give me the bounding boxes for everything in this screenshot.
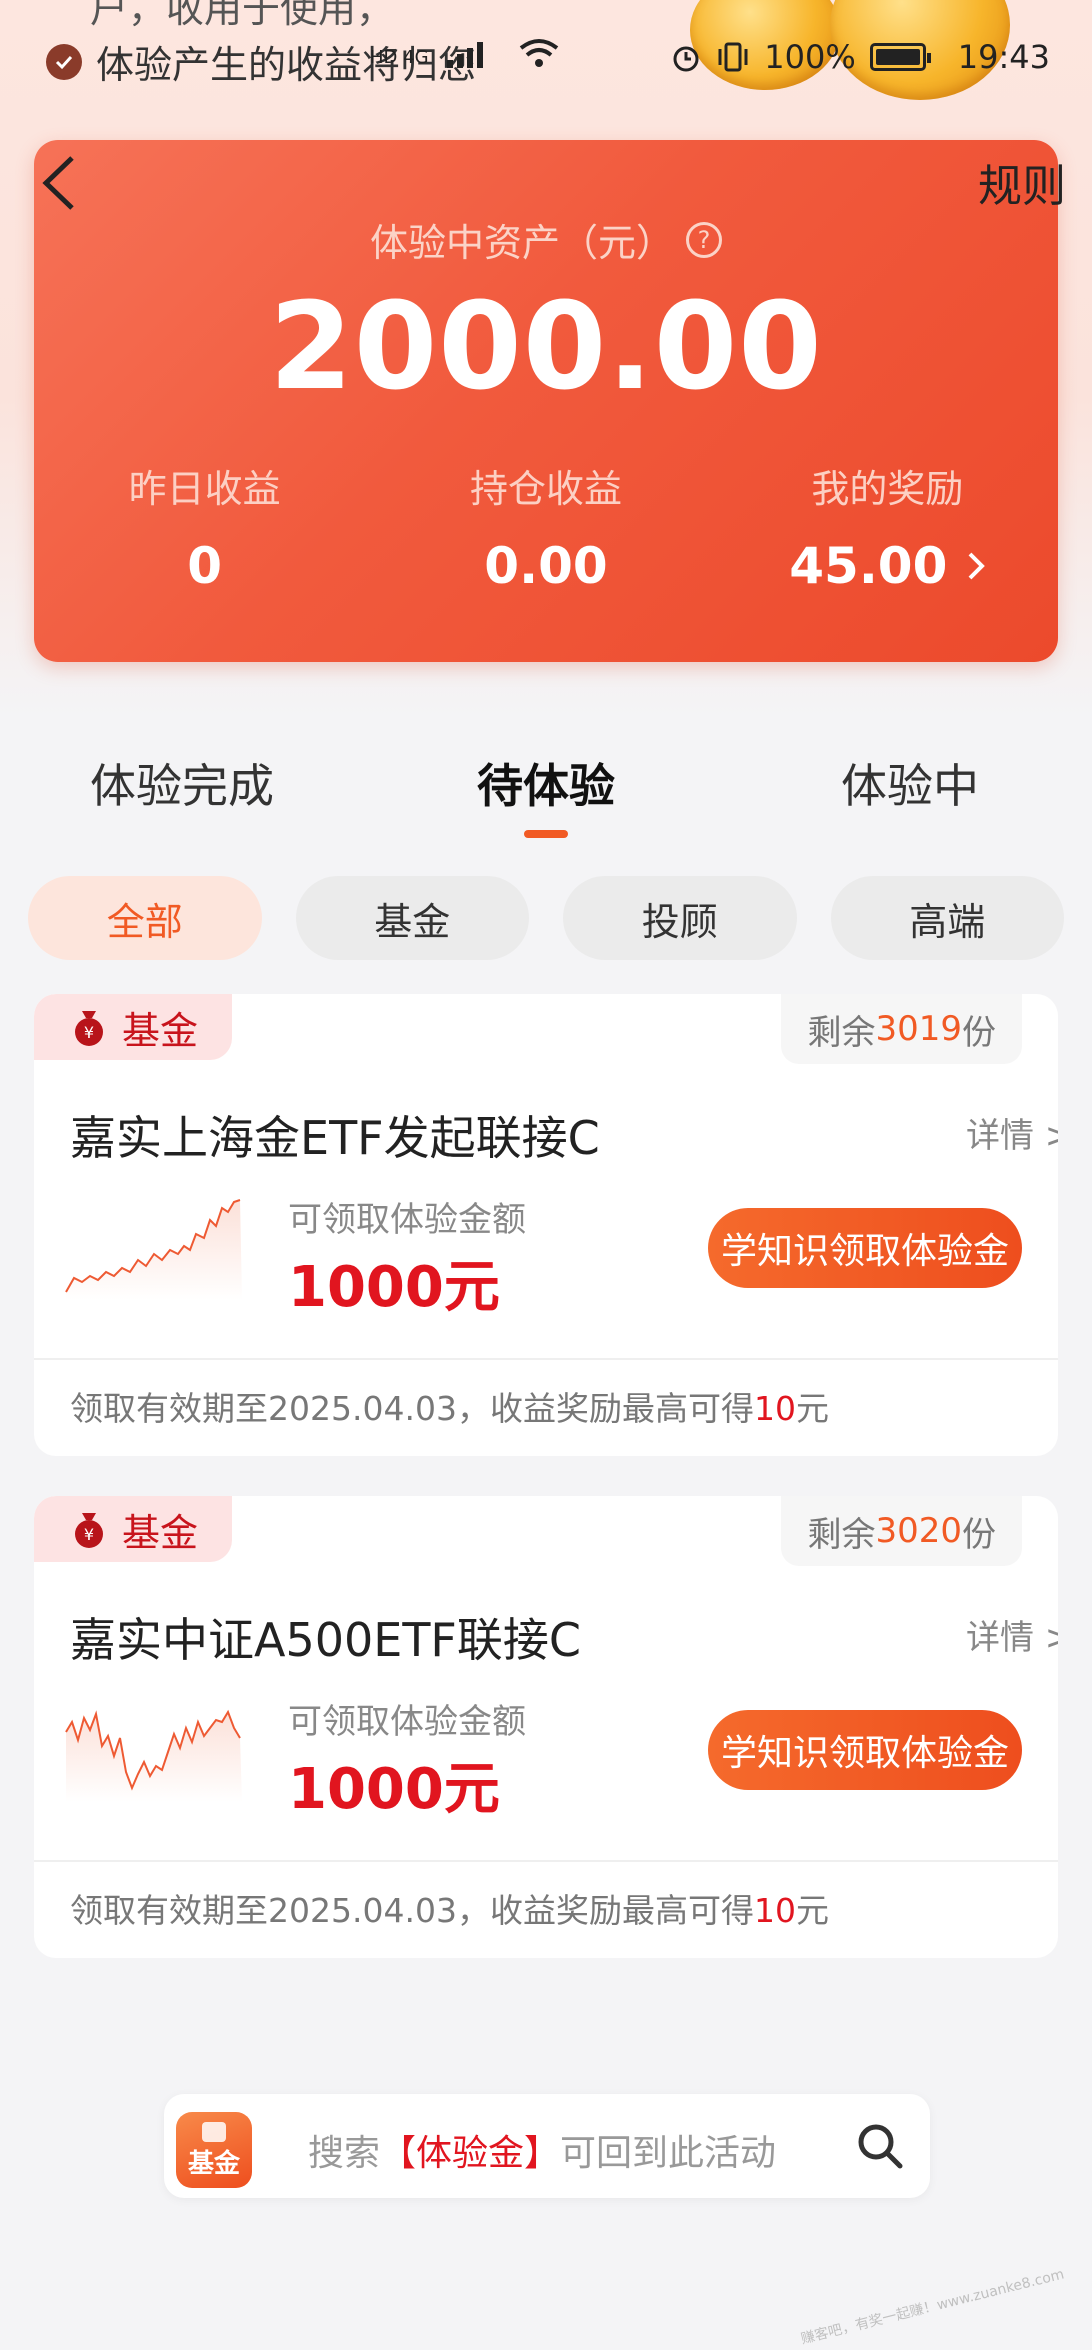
divider — [34, 1358, 1058, 1360]
signal-indicators: HD 4G — [370, 38, 559, 68]
stat-value: 0 — [187, 537, 223, 595]
amount-value: 1000元 — [288, 1757, 500, 1822]
search-bar[interactable]: 基金 搜索【体验金】可回到此活动 — [164, 2094, 930, 2198]
status-bar: 户，收用于使用， 体验产生的收益将归您 HD 4G 100% 19:43 — [0, 0, 1092, 100]
tab-completed[interactable]: 体验完成 — [0, 750, 364, 850]
filter-all[interactable]: 全部 — [28, 876, 262, 960]
asset-summary-card: 体验中资产（元） ? 2000.00 昨日收益 0 持仓收益 0.00 我的奖励… — [34, 140, 1058, 662]
amount-label: 可领取体验金额 — [288, 1200, 526, 1240]
battery-icon — [869, 43, 931, 71]
amount-label: 可领取体验金额 — [288, 1702, 526, 1742]
stat-label: 我的奖励 — [811, 467, 964, 511]
claim-button[interactable]: 学知识领取体验金 — [708, 1208, 1022, 1288]
product-card[interactable]: ¥ 基金 剩余3019份 嘉实上海金ETF发起联接C 详情 > 可领取体验金额 … — [34, 994, 1058, 1456]
logo-mark-icon — [202, 2122, 226, 2142]
sparkline-chart — [65, 1709, 242, 1802]
wifi-icon — [519, 39, 558, 67]
clock-time: 19:43 — [957, 38, 1050, 76]
svg-text:¥: ¥ — [84, 1525, 94, 1544]
filter-advisory[interactable]: 投顾 — [563, 876, 797, 960]
tab-indicator — [524, 830, 568, 838]
asset-label-text: 体验中资产（元） — [369, 221, 674, 265]
fund-name: 嘉实中证A500ETF联接C — [70, 1613, 582, 1667]
amount-value: 1000元 — [288, 1255, 500, 1320]
filter-high-end[interactable]: 高端 — [830, 876, 1064, 960]
asset-value: 2000.00 — [269, 278, 823, 417]
chevron-right-icon — [968, 552, 986, 580]
stat-yesterday-earnings: 昨日收益 0 — [34, 458, 375, 595]
svg-text:¥: ¥ — [84, 1023, 94, 1042]
tab-pending[interactable]: 待体验 — [364, 750, 728, 850]
category-tag: ¥ 基金 — [34, 1496, 232, 1562]
stats-row: 昨日收益 0 持仓收益 0.00 我的奖励 45.00 — [34, 458, 1058, 595]
help-icon[interactable]: ? — [686, 221, 722, 258]
product-card[interactable]: ¥ 基金 剩余3020份 嘉实中证A500ETF联接C 详情 > 可领取体验金额… — [34, 1496, 1058, 1958]
detail-link[interactable]: 详情 > — [966, 1108, 1058, 1157]
claim-button[interactable]: 学知识领取体验金 — [708, 1710, 1022, 1790]
back-arrow-icon[interactable] — [34, 150, 84, 216]
search-icon[interactable] — [854, 2120, 906, 2172]
battery-percent: 100% — [764, 38, 856, 76]
money-bag-icon: ¥ — [75, 1011, 103, 1046]
tab-in-progress[interactable]: 体验中 — [728, 750, 1092, 850]
signal-icon — [446, 42, 483, 68]
rules-button[interactable]: 规则 — [978, 150, 1066, 214]
status-right: 100% 19:43 — [670, 38, 1050, 76]
detail-link[interactable]: 详情 > — [966, 1610, 1058, 1659]
stat-position-earnings: 持仓收益 0.00 — [375, 458, 716, 595]
filter-fund[interactable]: 基金 — [295, 876, 529, 960]
sparkline-chart — [65, 1199, 242, 1300]
tab-bar: 体验完成 待体验 体验中 — [0, 750, 1092, 850]
alarm-icon — [673, 46, 699, 72]
fund-name: 嘉实上海金ETF发起联接C — [70, 1111, 600, 1165]
stat-value: 0.00 — [484, 537, 608, 595]
check-icon — [46, 43, 82, 80]
notice-top-text: 户，收用于使用， — [90, 0, 395, 31]
asset-label: 体验中资产（元） ? — [34, 212, 1058, 267]
category-tag: ¥ 基金 — [34, 994, 232, 1060]
filter-chips: 全部 基金 投顾 高端 — [28, 876, 1064, 960]
search-hint: 搜索【体验金】可回到此活动 — [308, 2133, 777, 2174]
fund-app-logo: 基金 — [176, 2112, 252, 2188]
card-footer: 领取有效期至2025.04.03，收益奖励最高可得10元 — [70, 1389, 829, 1428]
stat-label: 持仓收益 — [469, 467, 622, 511]
divider — [34, 1860, 1058, 1862]
watermark: 赚客吧，有奖一起赚！www.zuanke8.com — [799, 2266, 1067, 2348]
remaining-count: 剩余 3019 份 — [781, 994, 1022, 1064]
stat-value[interactable]: 45.00 — [789, 537, 986, 595]
card-footer: 领取有效期至2025.04.03，收益奖励最高可得10元 — [70, 1891, 829, 1930]
vibrate-icon — [718, 42, 748, 72]
stat-my-rewards[interactable]: 我的奖励 45.00 — [717, 458, 1058, 595]
stat-label: 昨日收益 — [128, 467, 281, 511]
remaining-count: 剩余 3020 份 — [781, 1496, 1022, 1566]
money-bag-icon: ¥ — [75, 1513, 103, 1548]
signal-text: HD 4G — [370, 47, 429, 68]
